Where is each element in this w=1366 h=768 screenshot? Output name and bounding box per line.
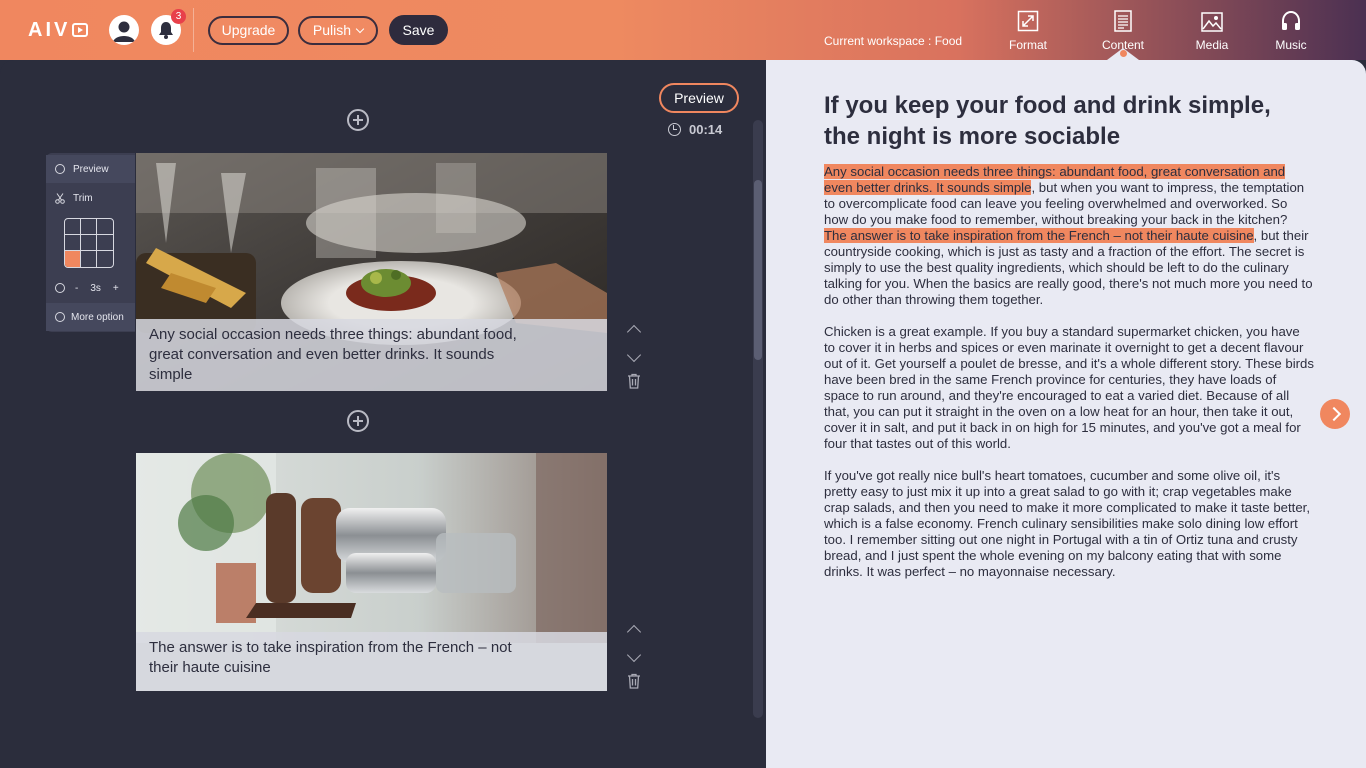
chevron-down-icon[interactable] xyxy=(626,647,642,663)
logo-play-icon xyxy=(72,23,89,37)
duration-plus-button[interactable]: + xyxy=(113,283,119,294)
chevron-down-icon[interactable] xyxy=(626,347,642,363)
scene-caption[interactable]: The answer is to take inspiration from t… xyxy=(136,632,607,691)
bell-icon xyxy=(159,22,173,39)
avatar[interactable] xyxy=(109,15,139,45)
logo-text: AIV xyxy=(28,19,71,41)
add-scene-icon[interactable] xyxy=(347,109,369,131)
text-position-grid[interactable] xyxy=(64,218,114,268)
music-icon xyxy=(1282,10,1300,30)
grid-cell[interactable] xyxy=(81,219,97,235)
tool-trim-label: Trim xyxy=(73,192,93,204)
grid-cell[interactable] xyxy=(81,251,97,267)
app-logo[interactable]: AIV xyxy=(28,19,89,42)
tool-preview[interactable]: Preview xyxy=(46,155,135,183)
upgrade-button[interactable]: Upgrade xyxy=(208,16,289,45)
scene-controls xyxy=(626,324,642,394)
paragraph-text: Chicken is a great example. If you buy a… xyxy=(824,324,1314,451)
grid-cell[interactable] xyxy=(97,251,113,267)
add-scene-icon[interactable] xyxy=(347,410,369,432)
total-duration: 00:14 xyxy=(668,122,722,137)
tool-more-option[interactable]: More option xyxy=(46,303,135,331)
grid-cell-selected[interactable] xyxy=(65,251,81,267)
nav-format-label: Format xyxy=(1008,38,1047,52)
notification-badge: 3 xyxy=(171,9,186,24)
tool-more-label: More option xyxy=(71,311,124,323)
format-icon xyxy=(1017,10,1039,32)
active-tab-dot xyxy=(1120,50,1127,57)
header-divider xyxy=(193,8,194,52)
grid-cell[interactable] xyxy=(97,235,113,251)
tool-trim[interactable]: Trim xyxy=(46,184,135,212)
preview-button[interactable]: Preview xyxy=(659,83,739,113)
scene-card[interactable]: The answer is to take inspiration from t… xyxy=(136,453,607,691)
trash-icon[interactable] xyxy=(627,673,641,689)
next-arrow-button[interactable] xyxy=(1320,399,1350,429)
scene-controls xyxy=(626,624,642,694)
gear-icon xyxy=(55,312,65,322)
highlighted-text[interactable]: The answer is to take inspiration from t… xyxy=(824,228,1254,243)
content-panel: If you keep your food and drink simple, … xyxy=(766,60,1366,768)
grid-cell[interactable] xyxy=(65,235,81,251)
nav-music[interactable]: Music xyxy=(1256,8,1326,52)
chevron-up-icon[interactable] xyxy=(626,324,642,340)
nav-media[interactable]: Media xyxy=(1177,8,1247,52)
grid-cell[interactable] xyxy=(97,219,113,235)
scene-card[interactable]: Any social occasion needs three things: … xyxy=(136,153,607,391)
scrollbar-thumb[interactable] xyxy=(754,180,762,360)
clock-icon xyxy=(668,123,681,136)
clock-icon xyxy=(55,283,65,293)
scene-duration-value: 3s xyxy=(90,282,101,294)
tool-preview-label: Preview xyxy=(73,163,109,175)
trash-icon[interactable] xyxy=(627,373,641,389)
nav-music-label: Music xyxy=(1275,38,1307,52)
publish-button[interactable]: Pulish xyxy=(298,16,378,45)
paragraph-text: If you've got really nice bull's heart t… xyxy=(824,468,1311,579)
save-button[interactable]: Save xyxy=(389,15,448,45)
chevron-up-icon[interactable] xyxy=(626,624,642,640)
scene-caption[interactable]: Any social occasion needs three things: … xyxy=(136,319,607,391)
scene-tool-panel: Preview Trim - 3s + More option xyxy=(46,153,135,332)
publish-label: Pulish xyxy=(312,22,352,38)
tool-duration: - 3s + xyxy=(46,274,135,302)
article-body[interactable]: Any social occasion needs three things: … xyxy=(824,164,1314,596)
article-title: If you keep your food and drink simple, … xyxy=(824,92,1271,150)
content-icon xyxy=(1114,10,1132,32)
scissors-icon xyxy=(55,192,65,204)
media-icon xyxy=(1201,12,1223,32)
nav-format[interactable]: Format xyxy=(993,8,1063,52)
nav-media-label: Media xyxy=(1195,38,1229,52)
grid-cell[interactable] xyxy=(81,235,97,251)
duration-minus-button[interactable]: - xyxy=(75,283,78,294)
nav-content[interactable]: Content xyxy=(1088,8,1158,52)
user-icon xyxy=(113,21,135,42)
chevron-down-icon xyxy=(355,24,365,34)
play-circle-icon xyxy=(55,164,65,174)
top-bar: AIV 3 Upgrade Pulish Save Current worksp… xyxy=(0,0,1366,60)
duration-value: 00:14 xyxy=(689,122,723,137)
editor-scrollbar[interactable] xyxy=(753,120,763,718)
workspace-label: Current workspace : Food xyxy=(824,34,963,48)
grid-cell[interactable] xyxy=(65,219,81,235)
